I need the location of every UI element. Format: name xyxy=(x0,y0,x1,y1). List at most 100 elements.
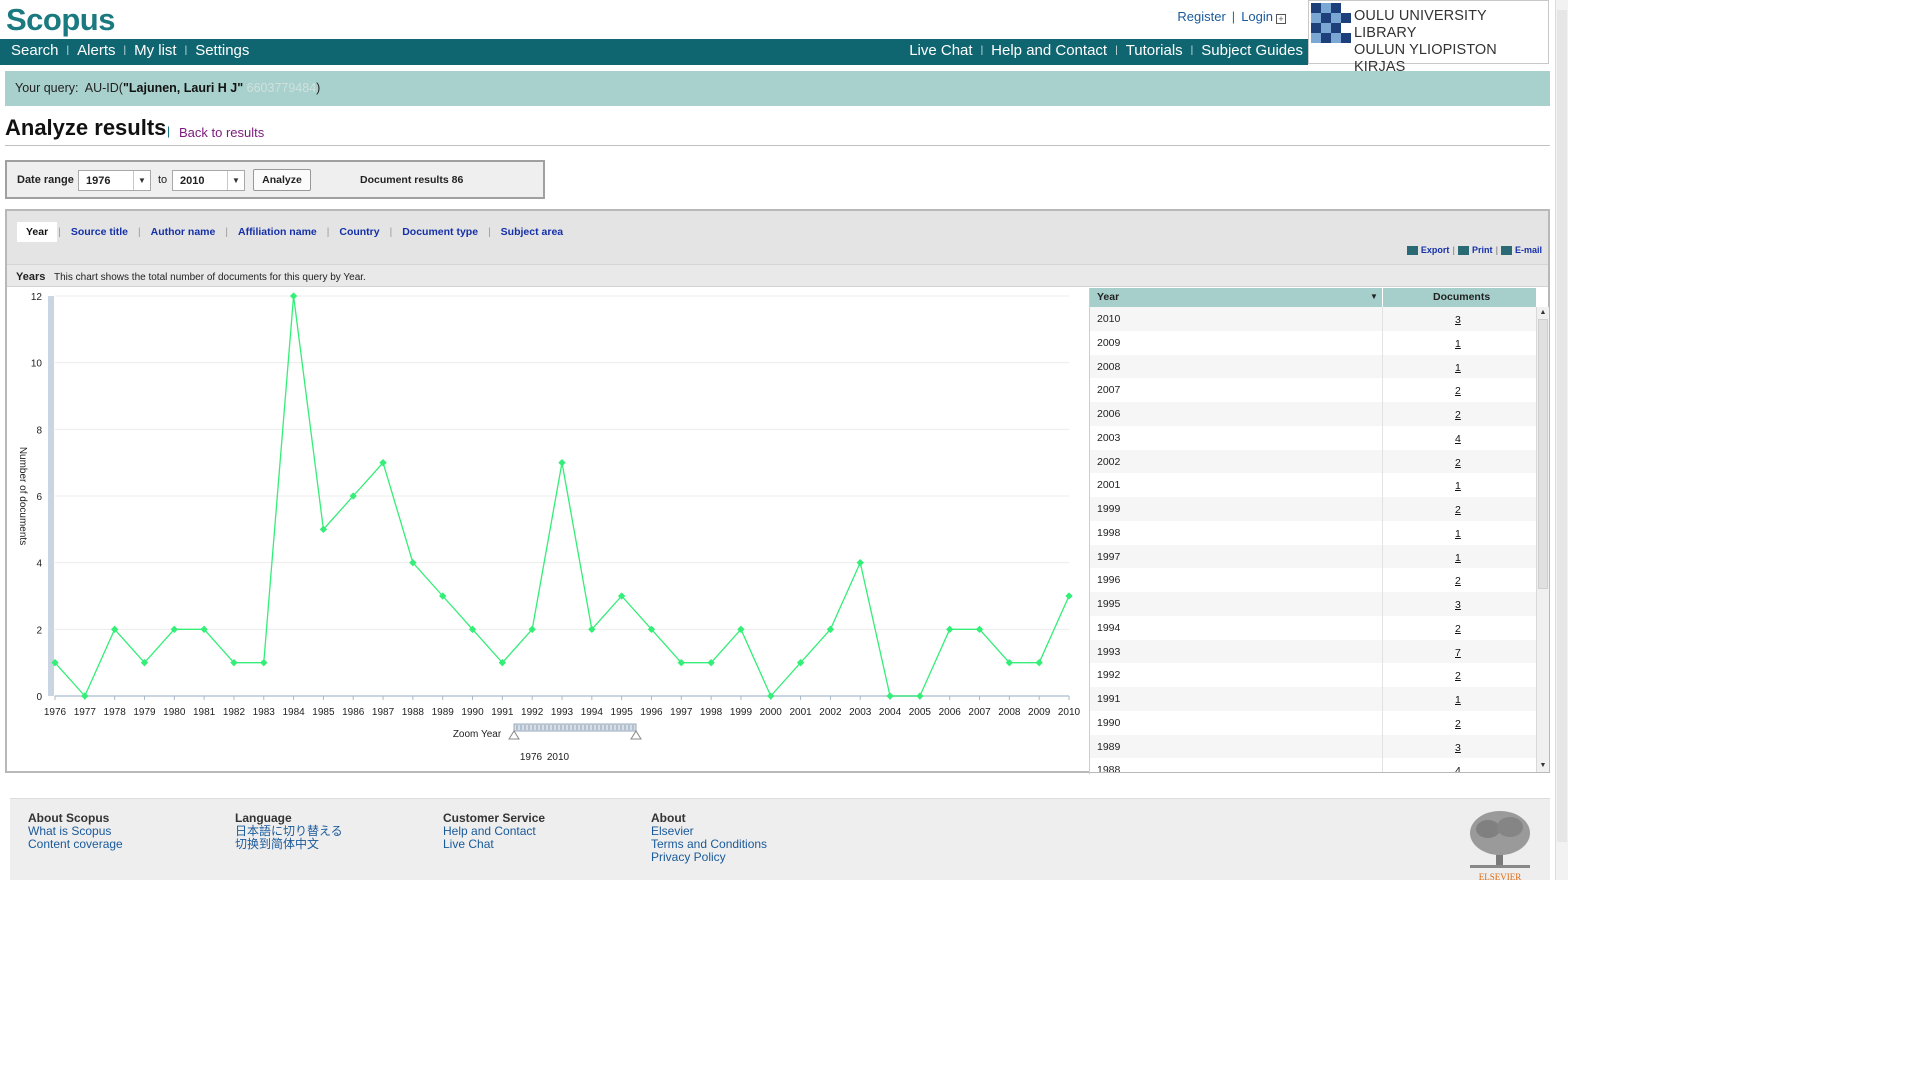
nav-search[interactable]: Search xyxy=(11,42,59,59)
tab-subject-area[interactable]: Subject area xyxy=(492,222,572,242)
y-tick-label: 0 xyxy=(36,692,42,703)
footer-link-content-coverage[interactable]: Content coverage xyxy=(28,838,123,851)
back-to-results-link[interactable]: Back to results xyxy=(179,125,264,140)
footer-link-privacy[interactable]: Privacy Policy xyxy=(651,851,767,864)
footer-language: Language 日本語に切り替える 切换到简体中文 xyxy=(235,812,343,851)
zoom-handle-right[interactable] xyxy=(630,730,642,740)
library-logo[interactable]: OULU UNIVERSITY LIBRARY OULUN YLIOPISTON… xyxy=(1308,0,1549,75)
row-documents-link[interactable]: 3 xyxy=(1455,742,1461,754)
footer-link-live-chat[interactable]: Live Chat xyxy=(443,838,545,851)
x-tick-label: 1995 xyxy=(611,707,634,718)
table-row: 1996 2 xyxy=(1090,568,1536,592)
data-point[interactable] xyxy=(558,458,566,467)
date-to-select[interactable]: 2010 ▼ xyxy=(172,170,245,191)
page-scrollbar-thumb[interactable] xyxy=(1557,10,1567,842)
row-documents-link[interactable]: 1 xyxy=(1455,362,1461,374)
date-from-select[interactable]: 1976 ▼ xyxy=(78,170,151,191)
nav-settings[interactable]: Settings xyxy=(195,42,249,59)
data-point[interactable] xyxy=(946,625,954,634)
row-documents-link[interactable]: 2 xyxy=(1455,457,1461,469)
row-documents-link[interactable]: 4 xyxy=(1455,765,1461,772)
register-link[interactable]: Register xyxy=(1177,9,1225,24)
y-axis-label: Number of documents xyxy=(17,447,28,545)
y-tick-label: 12 xyxy=(31,292,43,303)
tab-affiliation-name[interactable]: Affiliation name xyxy=(229,222,326,242)
nav-subject-guides[interactable]: Subject Guides xyxy=(1201,42,1303,59)
zoom-slider-track[interactable] xyxy=(513,723,637,732)
table-row: 2008 1 xyxy=(1090,354,1536,379)
analyze-button[interactable]: Analyze xyxy=(253,169,311,191)
row-documents-link[interactable]: 2 xyxy=(1455,504,1461,516)
table-row: 1999 2 xyxy=(1090,497,1536,521)
library-name-en: OULU UNIVERSITY LIBRARY xyxy=(1354,8,1487,41)
row-documents-link[interactable]: 7 xyxy=(1455,647,1461,659)
row-documents-link[interactable]: 2 xyxy=(1455,718,1461,730)
col-documents-header: Documents xyxy=(1433,291,1491,303)
x-tick-label: 1998 xyxy=(700,707,723,718)
scroll-up-icon[interactable]: ▲ xyxy=(1538,308,1548,318)
elsevier-logo[interactable]: ELSEVIER xyxy=(1464,809,1536,881)
row-documents-link[interactable]: 2 xyxy=(1455,575,1461,587)
x-tick-label: 1991 xyxy=(491,707,514,718)
row-documents-link[interactable]: 3 xyxy=(1455,599,1461,611)
footer-link-chinese[interactable]: 切换到简体中文 xyxy=(235,838,343,851)
row-documents-link[interactable]: 1 xyxy=(1455,528,1461,540)
x-tick-label: 1977 xyxy=(74,707,97,718)
tab-year[interactable]: Year xyxy=(17,222,58,242)
tab-author-name[interactable]: Author name xyxy=(142,222,225,242)
row-documents-link[interactable]: 1 xyxy=(1455,338,1461,350)
table-scrollbar[interactable]: ▲ ▼ xyxy=(1536,307,1549,772)
zoom-handle-left[interactable] xyxy=(508,730,520,740)
data-point[interactable] xyxy=(289,292,298,300)
scroll-down-icon[interactable]: ▼ xyxy=(1538,761,1548,771)
row-documents-link[interactable]: 1 xyxy=(1455,480,1461,492)
tab-document-type[interactable]: Document type xyxy=(393,222,487,242)
x-tick-label: 2000 xyxy=(760,707,783,718)
export-actions: Export | Print | E-mail xyxy=(1406,245,1542,256)
data-point[interactable] xyxy=(260,658,268,667)
nav-live-chat[interactable]: Live Chat xyxy=(909,42,972,59)
data-point[interactable] xyxy=(1035,658,1043,667)
page-scrollbar[interactable] xyxy=(1555,0,1568,880)
row-documents-link[interactable]: 2 xyxy=(1455,409,1461,421)
nav-tutorials[interactable]: Tutorials xyxy=(1126,42,1183,59)
row-documents-link[interactable]: 2 xyxy=(1455,623,1461,635)
table-rows: 2010 3 2009 1 2008 1 2007 2 2006 2 2003 4 2002 2 2001 1… xyxy=(1090,307,1536,772)
row-documents-link[interactable]: 2 xyxy=(1455,385,1461,397)
row-documents-link[interactable]: 4 xyxy=(1455,433,1461,445)
data-point[interactable] xyxy=(1065,592,1073,600)
row-documents-link[interactable]: 1 xyxy=(1455,552,1461,564)
nav-my-list[interactable]: My list xyxy=(134,42,177,59)
export-link[interactable]: Export xyxy=(1421,245,1450,255)
tab-source-title[interactable]: Source title xyxy=(62,222,137,242)
x-tick-label: 1990 xyxy=(461,707,484,718)
login-link[interactable]: Login xyxy=(1241,9,1273,24)
table-row: 1993 7 xyxy=(1090,639,1536,664)
tab-country[interactable]: Country xyxy=(330,222,388,242)
data-point[interactable] xyxy=(886,692,894,700)
row-year: 2008 xyxy=(1097,360,1121,373)
sort-dropdown-icon[interactable]: ▼ xyxy=(1370,292,1378,301)
data-point[interactable] xyxy=(856,558,864,567)
chevron-down-icon: ▼ xyxy=(133,171,150,190)
to-label: to xyxy=(158,174,168,186)
row-documents-link[interactable]: 1 xyxy=(1455,694,1461,706)
row-year: 2006 xyxy=(1097,408,1121,420)
row-year: 2002 xyxy=(1097,455,1121,468)
row-year: 2009 xyxy=(1097,336,1121,349)
divider xyxy=(5,145,1550,146)
x-tick-label: 1981 xyxy=(193,707,216,718)
col-year-header[interactable]: Year xyxy=(1097,291,1119,303)
nav-help-contact[interactable]: Help and Contact xyxy=(991,42,1107,59)
email-link[interactable]: E-mail xyxy=(1515,245,1542,255)
row-documents-link[interactable]: 2 xyxy=(1455,670,1461,682)
print-link[interactable]: Print xyxy=(1472,245,1493,255)
x-tick-label: 1992 xyxy=(521,707,544,718)
nav-alerts[interactable]: Alerts xyxy=(77,42,115,59)
query-suffix: ) xyxy=(316,81,321,95)
data-point[interactable] xyxy=(916,692,924,700)
x-tick-label: 2006 xyxy=(939,707,962,718)
scopus-logo[interactable]: Scopus xyxy=(6,2,115,38)
table-scrollbar-thumb[interactable] xyxy=(1538,319,1548,589)
row-documents-link[interactable]: 3 xyxy=(1455,314,1461,326)
